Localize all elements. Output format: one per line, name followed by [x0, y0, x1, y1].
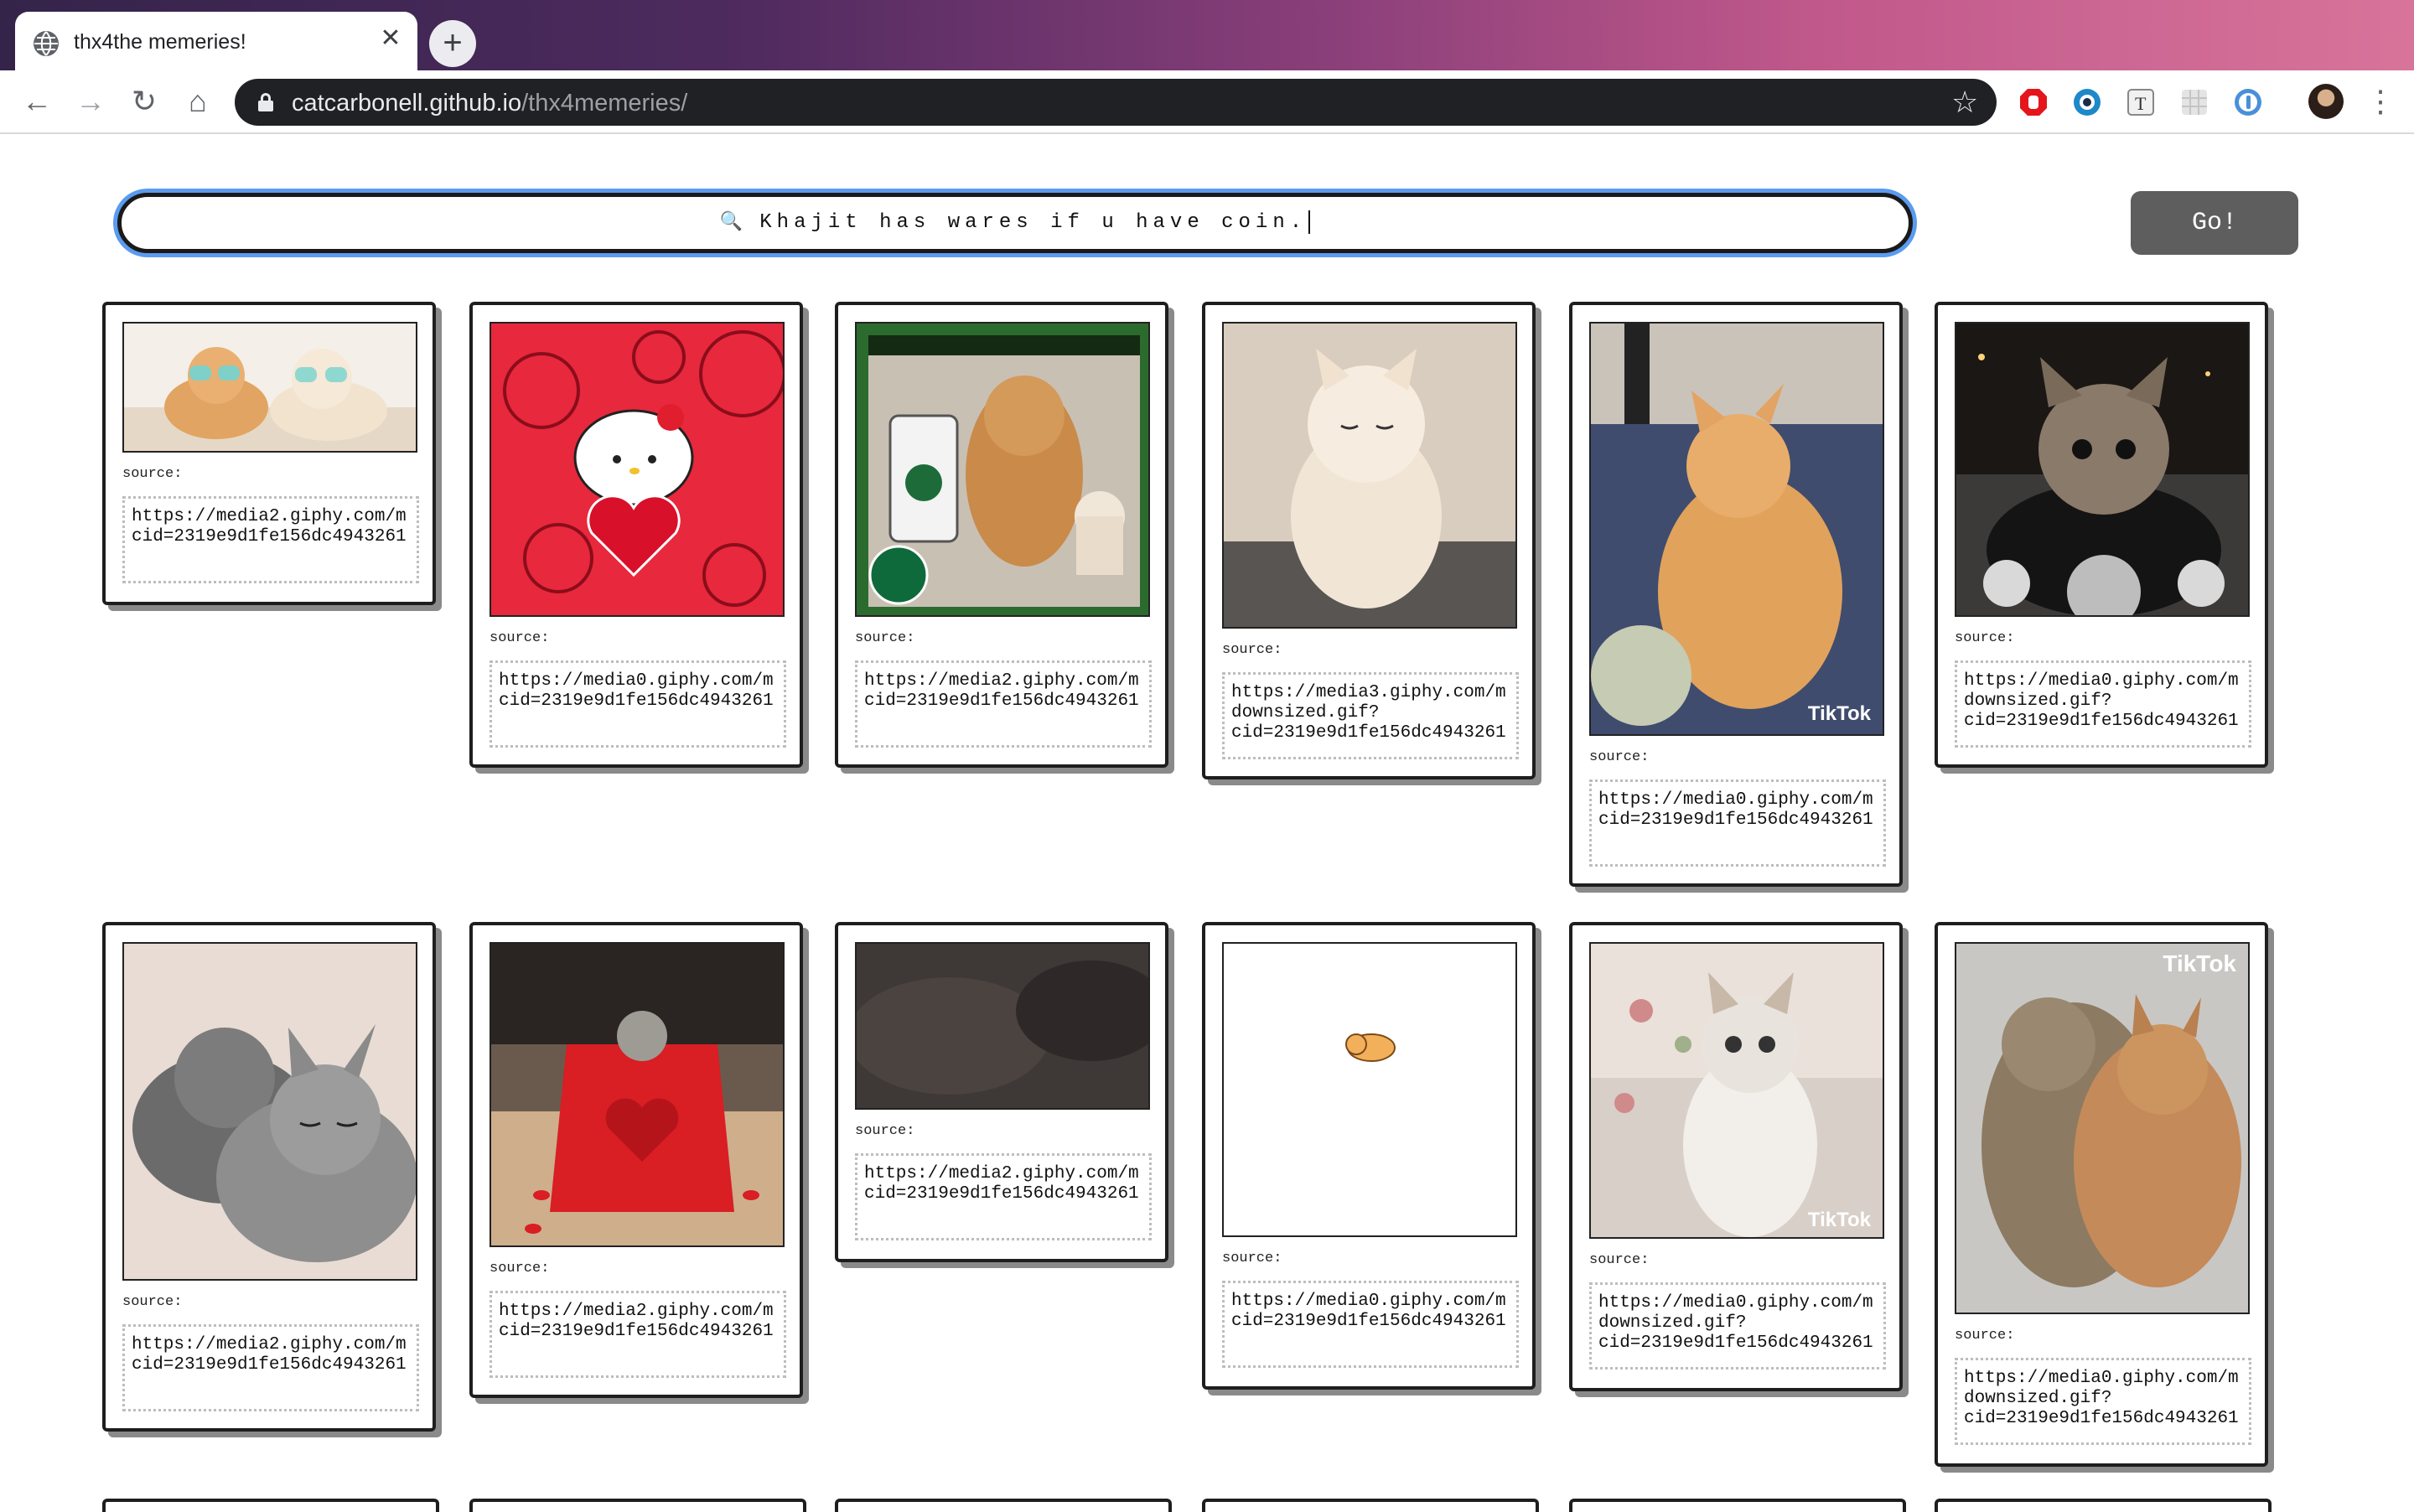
source-label: source:	[490, 630, 550, 646]
gif-card: TikTok source: https://media0.giphy.com/…	[1935, 922, 2268, 1467]
tab-strip: thx4the memeries! ✕ +	[0, 0, 2414, 72]
gif-image-dark-cat-fur[interactable]	[855, 942, 1150, 1110]
gif-card-partial	[1569, 1499, 1906, 1512]
svg-text:T: T	[2135, 93, 2147, 114]
gif-image-kitten-praying[interactable]: TikTok	[1589, 942, 1884, 1239]
gif-card: TikTok source: https://media0.giphy.com/…	[1569, 302, 1903, 887]
gif-card: source: https://media3.giphy.com/m downs…	[1202, 302, 1536, 779]
source-label: source:	[1955, 630, 2015, 646]
lock-icon	[258, 93, 273, 111]
source-label: source:	[122, 1294, 183, 1310]
extension-text-icon[interactable]: T	[2126, 87, 2156, 117]
gif-image-cats-with-heart-glasses[interactable]	[122, 322, 417, 453]
extension-eye-icon[interactable]	[2072, 87, 2102, 117]
gif-card-partial	[1935, 1499, 2272, 1512]
source-label: source:	[1589, 749, 1650, 765]
source-url: https://media2.giphy.com/m cid=2319e9d1f…	[122, 1324, 419, 1411]
source-label: source:	[855, 630, 915, 646]
tiktok-watermark: TikTok	[1807, 702, 1871, 725]
profile-avatar[interactable]	[2308, 84, 2344, 119]
gif-image-orange-kitten-bed[interactable]: TikTok	[1589, 322, 1884, 736]
gif-card: TikTok source: https://media0.giphy.com/…	[1569, 922, 1903, 1391]
source-url: https://media2.giphy.com/m cid=2319e9d1f…	[855, 1153, 1152, 1240]
source-url: https://media2.giphy.com/m cid=2319e9d1f…	[855, 660, 1152, 748]
source-label: source:	[855, 1123, 915, 1139]
gif-image-tiny-cartoon-cat[interactable]	[1222, 942, 1517, 1237]
source-url: https://media0.giphy.com/m cid=2319e9d1f…	[1222, 1281, 1519, 1368]
back-arrow-icon[interactable]: ←	[17, 82, 57, 122]
gif-card: source: https://media0.giphy.com/m cid=2…	[1202, 922, 1536, 1390]
gif-image-sleepy-kitten[interactable]	[1222, 322, 1517, 629]
browser-menu-icon[interactable]: ⋮	[2365, 82, 2396, 122]
browser-toolbar: ← → ↻ ⌂ catcarbonell.github.io/thx4memer…	[0, 70, 2414, 134]
search-icon: 🔍	[719, 212, 749, 233]
source-url: https://media0.giphy.com/m downsized.gif…	[1955, 660, 2251, 748]
gif-image-hello-kitty-heart[interactable]	[490, 322, 785, 617]
gif-card-partial	[835, 1499, 1172, 1512]
globe-icon	[34, 31, 59, 56]
gif-card: source: https://media2.giphy.com/m cid=2…	[835, 302, 1168, 768]
gif-card: source: https://media2.giphy.com/m cid=2…	[835, 922, 1168, 1262]
go-button[interactable]: Go!	[2131, 191, 2298, 255]
source-label: source:	[1222, 642, 1282, 658]
text-caret	[1308, 210, 1311, 234]
gif-card: source: https://media2.giphy.com/m cid=2…	[102, 302, 436, 605]
gif-image-kitten-red-gift-bag[interactable]	[490, 942, 785, 1247]
source-label: source:	[1955, 1328, 2015, 1344]
extension-grid-icon[interactable]	[2179, 87, 2209, 117]
gif-card: source: https://media2.giphy.com/m cid=2…	[469, 922, 803, 1398]
tiktok-watermark: TikTok	[1807, 1209, 1871, 1231]
source-url: https://media0.giphy.com/m downsized.gif…	[1955, 1358, 2251, 1445]
source-url: https://media2.giphy.com/m cid=2319e9d1f…	[122, 496, 419, 583]
reload-icon[interactable]: ↻	[124, 82, 164, 122]
address-bar[interactable]: catcarbonell.github.io/thx4memeries/ ☆	[235, 79, 1997, 126]
source-url: https://media0.giphy.com/m cid=2319e9d1f…	[1589, 779, 1886, 867]
source-label: source:	[122, 466, 183, 482]
url-text: catcarbonell.github.io/thx4memeries/	[292, 90, 688, 117]
gif-card: source: https://media0.giphy.com/m downs…	[1935, 302, 2268, 768]
gif-image-cat-on-motorcycle[interactable]	[1955, 322, 2250, 617]
source-label: source:	[1222, 1251, 1282, 1266]
gif-card-partial	[469, 1499, 806, 1512]
gif-card: source: https://media0.giphy.com/m cid=2…	[469, 302, 803, 768]
source-url: https://media2.giphy.com/m cid=2319e9d1f…	[490, 1291, 786, 1378]
source-label: source:	[490, 1261, 550, 1276]
search-text: Khajit has wares if u have coin.	[759, 211, 1308, 234]
home-icon[interactable]: ⌂	[178, 82, 218, 122]
source-url: https://media3.giphy.com/m downsized.gif…	[1222, 672, 1519, 759]
tab-title: thx4the memeries!	[74, 30, 246, 54]
search-input[interactable]: 🔍 Khajit has wares if u have coin.	[117, 193, 1913, 253]
browser-tab[interactable]: thx4the memeries! ✕	[15, 12, 417, 72]
extension-stop-icon[interactable]	[2018, 87, 2049, 117]
new-tab-button[interactable]: +	[429, 20, 476, 67]
gif-card-partial	[102, 1499, 439, 1512]
tiktok-watermark: TikTok	[2163, 950, 2236, 976]
source-url: https://media0.giphy.com/m downsized.gif…	[1589, 1282, 1886, 1370]
gif-card-partial	[1202, 1499, 1539, 1512]
close-tab-icon[interactable]: ✕	[376, 23, 406, 54]
source-label: source:	[1589, 1252, 1650, 1268]
extension-1password-icon[interactable]	[2233, 87, 2263, 117]
bookmark-star-icon[interactable]: ☆	[1951, 85, 1978, 119]
forward-arrow-icon[interactable]: →	[70, 82, 111, 122]
gif-card: source: https://media2.giphy.com/m cid=2…	[102, 922, 436, 1432]
gif-image-kittens-cuddling[interactable]	[122, 942, 417, 1281]
gif-image-two-cats-hugging[interactable]: TikTok	[1955, 942, 2250, 1314]
gif-image-cat-starbucks-cup[interactable]	[855, 322, 1150, 617]
source-url: https://media0.giphy.com/m cid=2319e9d1f…	[490, 660, 786, 748]
